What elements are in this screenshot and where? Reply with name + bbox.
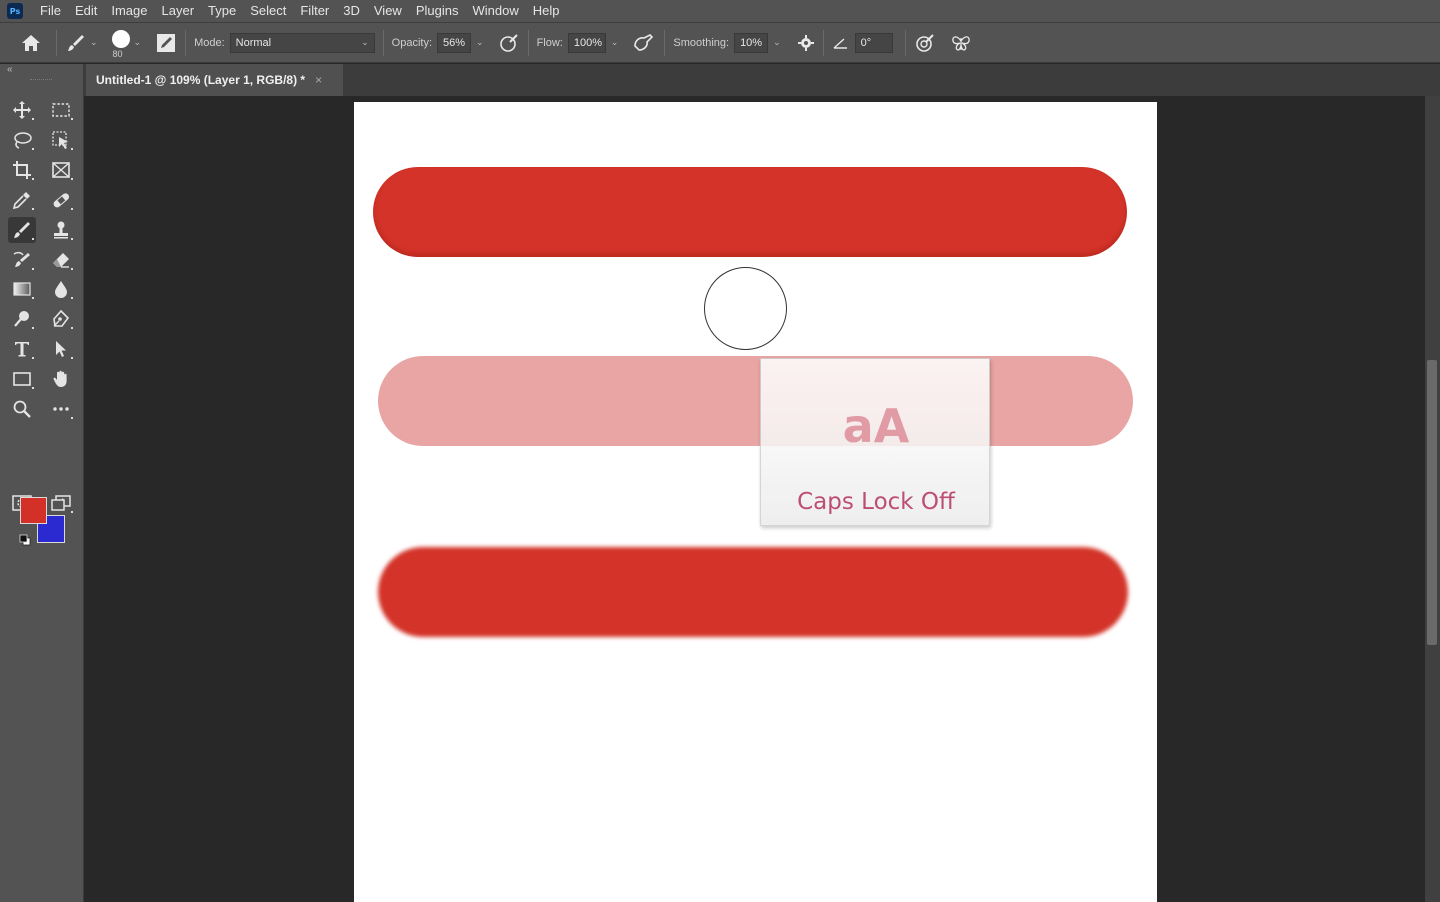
menu-select[interactable]: Select [243, 2, 293, 20]
mode-label: Mode: [194, 36, 225, 49]
options-divider [904, 29, 906, 56]
path-selection-tool-icon[interactable] [47, 336, 75, 362]
caps-lock-notification: aA Caps Lock Off [760, 358, 990, 526]
eyedropper-tool-icon[interactable] [8, 187, 36, 213]
more-tools-icon[interactable] [47, 396, 75, 422]
menu-3d[interactable]: 3D [336, 2, 367, 20]
menu-edit[interactable]: Edit [68, 2, 104, 20]
type-tool-icon[interactable] [8, 336, 36, 362]
menu-file[interactable]: File [33, 2, 68, 20]
airbrush-icon[interactable] [632, 32, 656, 54]
brush-stroke-low-opacity [378, 356, 1133, 446]
lasso-tool-icon[interactable] [8, 127, 36, 153]
clone-stamp-tool-icon[interactable] [47, 217, 75, 243]
smoothing-dropdown-icon[interactable]: ⌄ [773, 37, 781, 48]
screen-mode-icon[interactable] [47, 490, 75, 516]
brush-stroke-solid [373, 167, 1127, 257]
healing-brush-tool-icon[interactable] [47, 187, 75, 213]
opacity-label: Opacity: [391, 36, 433, 49]
pressure-opacity-icon[interactable] [498, 32, 520, 54]
options-bar: ⌄ 80 ⌄ Mode: Normal ⌄ Opacity: 56% ⌄ Flo… [0, 23, 1440, 63]
angle-value: 0° [860, 36, 872, 49]
brush-size-picker[interactable]: 80 [110, 26, 132, 60]
hand-tool-icon[interactable] [47, 366, 75, 392]
panel-grip[interactable] [30, 79, 52, 81]
frame-tool-icon[interactable] [47, 157, 75, 183]
smoothing-label: Smoothing: [673, 36, 730, 49]
smoothing-value: 10% [740, 36, 763, 49]
tab-untitled-1[interactable]: Untitled-1 @ 109% (Layer 1, RGB/8) * × [86, 64, 343, 96]
menu-plugins[interactable]: Plugins [409, 2, 466, 20]
options-divider [822, 29, 824, 56]
brush-settings-panel-icon[interactable] [155, 32, 177, 54]
collapse-panel-icon[interactable]: « [7, 64, 13, 75]
menu-view[interactable]: View [367, 2, 409, 20]
rectangle-tool-icon[interactable] [8, 366, 36, 392]
default-colors-icon[interactable] [19, 533, 31, 546]
zoom-tool-icon[interactable] [8, 396, 36, 422]
blur-tool-icon[interactable] [47, 276, 75, 302]
gear-icon[interactable] [797, 34, 815, 52]
opacity-dropdown-icon[interactable]: ⌄ [476, 37, 484, 48]
history-brush-tool-icon[interactable] [8, 247, 36, 273]
options-divider [382, 29, 384, 56]
brush-cursor [704, 267, 787, 350]
chevron-down-icon: ⌄ [361, 37, 369, 47]
menu-help[interactable]: Help [526, 2, 567, 20]
options-divider [185, 29, 187, 56]
crop-tool-icon[interactable] [8, 157, 36, 183]
menu-filter[interactable]: Filter [293, 2, 336, 20]
brush-tool-icon[interactable] [8, 217, 36, 243]
opacity-input[interactable]: 56% [437, 32, 472, 53]
menu-window[interactable]: Window [465, 2, 525, 20]
flow-value: 100% [573, 36, 602, 49]
symmetry-butterfly-icon[interactable] [950, 32, 972, 54]
vertical-scrollbar[interactable] [1425, 96, 1440, 902]
brush-preset-icon[interactable] [65, 32, 87, 54]
brush-preset-dropdown-icon[interactable]: ⌄ [90, 37, 98, 48]
brush-tip-preview [111, 29, 130, 48]
mode-select[interactable]: Normal ⌄ [229, 32, 375, 53]
foreground-color-swatch[interactable] [20, 497, 47, 524]
caps-lock-message: Caps Lock Off [797, 489, 955, 515]
menu-image[interactable]: Image [104, 2, 154, 20]
photoshop-logo-icon: Ps [7, 3, 23, 19]
mode-value: Normal [235, 36, 272, 49]
menu-bar: Ps File Edit Image Layer Type Select Fil… [0, 0, 1440, 22]
object-selection-tool-icon[interactable] [47, 127, 75, 153]
home-icon[interactable] [20, 33, 42, 53]
photoshop-window: Ps File Edit Image Layer Type Select Fil… [0, 0, 1440, 902]
flow-label: Flow: [536, 36, 563, 49]
angle-icon [832, 35, 850, 51]
move-tool-icon[interactable] [8, 97, 36, 123]
brush-stroke-soft-edge [378, 547, 1128, 637]
angle-input[interactable]: 0° [854, 32, 893, 53]
brush-picker-dropdown-icon[interactable]: ⌄ [134, 37, 142, 48]
opacity-value: 56% [443, 36, 466, 49]
pressure-size-icon[interactable] [914, 32, 936, 54]
tab-label: Untitled-1 @ 109% (Layer 1, RGB/8) * [96, 73, 306, 87]
document-tabs: Untitled-1 @ 109% (Layer 1, RGB/8) * × [84, 64, 1440, 96]
menu-type[interactable]: Type [201, 2, 243, 20]
tools-panel: « [0, 64, 84, 902]
gradient-tool-icon[interactable] [8, 276, 36, 302]
close-icon[interactable]: × [315, 73, 322, 87]
pen-tool-icon[interactable] [47, 306, 75, 332]
eraser-tool-icon[interactable] [47, 247, 75, 273]
brush-size-value: 80 [112, 48, 123, 59]
options-divider [527, 29, 529, 56]
options-divider [664, 29, 666, 56]
marquee-tool-icon[interactable] [47, 97, 75, 123]
menu-layer[interactable]: Layer [155, 2, 202, 20]
flow-input[interactable]: 100% [567, 32, 606, 53]
smoothing-input[interactable]: 10% [734, 32, 769, 53]
options-divider [56, 29, 57, 56]
dodge-tool-icon[interactable] [8, 306, 36, 332]
caps-lock-icon: aA [842, 399, 910, 453]
flow-dropdown-icon[interactable]: ⌄ [611, 37, 619, 48]
scrollbar-thumb[interactable] [1427, 360, 1437, 645]
